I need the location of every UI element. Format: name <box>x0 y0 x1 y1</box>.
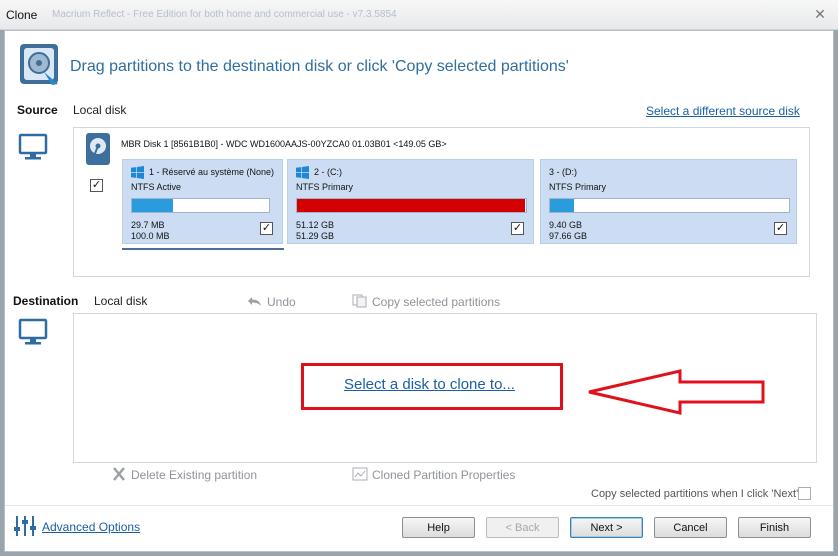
partition-checkbox[interactable]: ✓ <box>511 222 524 235</box>
partition-total: 51.29 GB <box>296 231 335 241</box>
delete-partition-label: Delete Existing partition <box>131 468 258 482</box>
partition-total: 97.66 GB <box>549 231 588 241</box>
next-button[interactable]: Next > <box>570 517 643 538</box>
undo-button[interactable]: Undo <box>247 294 296 309</box>
windows-logo-icon <box>131 166 144 179</box>
copy-on-next-label: Copy selected partitions when I click 'N… <box>591 488 799 500</box>
partition-usage-fill <box>297 199 526 212</box>
partition-total: 100.0 MB <box>131 231 170 241</box>
undo-label: Undo <box>267 295 296 309</box>
partition-title: 2 - (C:) <box>314 167 342 177</box>
partition-usage-bar <box>549 198 790 213</box>
source-monitor-icon <box>18 133 48 160</box>
cloned-partition-properties-button[interactable]: Cloned Partition Properties <box>352 467 515 482</box>
source-partition-2[interactable]: 2 - (C:) NTFS Primary 51.12 GB 51.29 GB … <box>287 159 534 244</box>
header-instruction: Drag partitions to the destination disk … <box>70 58 569 75</box>
source-disk-type: Local disk <box>73 103 127 117</box>
partition-title: 3 - (D:) <box>549 167 577 177</box>
windows-logo-icon <box>296 166 309 179</box>
destination-label: Destination <box>13 294 79 308</box>
window-close-button[interactable]: ✕ <box>808 4 832 24</box>
help-button[interactable]: Help <box>402 517 475 538</box>
destination-disk-type: Local disk <box>94 294 148 308</box>
copy-icon <box>352 294 367 308</box>
copy-selected-partitions-button[interactable]: Copy selected partitions <box>352 294 500 309</box>
partition-checkbox[interactable]: ✓ <box>260 222 273 235</box>
select-disk-to-clone-link[interactable]: Select a disk to clone to... <box>344 376 515 393</box>
partition-usage-bar <box>131 198 270 213</box>
window-title: Clone <box>6 8 38 22</box>
sliders-icon[interactable] <box>13 514 37 538</box>
partition-filesystem: NTFS Primary <box>549 182 606 192</box>
copy-selected-label: Copy selected partitions <box>372 295 501 309</box>
advanced-options-link[interactable]: Advanced Options <box>42 520 140 534</box>
hard-disk-icon <box>86 133 110 165</box>
partition-filesystem: NTFS Primary <box>296 182 353 192</box>
select-different-source-link[interactable]: Select a different source disk <box>646 104 800 118</box>
partition-filesystem: NTFS Active <box>131 182 182 192</box>
partition-used: 9.40 GB <box>549 220 583 230</box>
partition-checkbox[interactable]: ✓ <box>774 222 787 235</box>
copy-on-next-checkbox[interactable] <box>798 487 811 500</box>
source-disk-title: MBR Disk 1 [8561B1B0] - WDC WD1600AAJS-0… <box>121 139 447 149</box>
x-icon <box>113 467 125 481</box>
partition-usage-fill <box>550 199 574 212</box>
partition-used: 51.12 GB <box>296 220 335 230</box>
partition-usage-fill <box>132 199 174 212</box>
red-arrow-annotation <box>588 369 765 415</box>
partition-used: 29.7 MB <box>131 220 165 230</box>
clone-disk-icon <box>20 44 58 85</box>
cloned-props-label: Cloned Partition Properties <box>372 468 516 482</box>
finish-button[interactable]: Finish <box>738 517 811 538</box>
partition-title: 1 - Réservé au système (None) <box>149 167 275 177</box>
source-disk-checkbox[interactable]: ✓ <box>90 179 103 192</box>
footer-separator <box>5 505 833 506</box>
destination-monitor-icon <box>18 318 48 345</box>
source-partition-1[interactable]: 1 - Réservé au système (None) NTFS Activ… <box>122 159 283 244</box>
window-title-faded: Macrium Reflect - Free Edition for both … <box>52 9 397 20</box>
partition-selection-underline <box>122 248 284 250</box>
source-partition-3[interactable]: 3 - (D:) NTFS Primary 9.40 GB 97.66 GB ✓ <box>540 159 797 244</box>
properties-icon <box>352 467 368 481</box>
delete-existing-partition-button[interactable]: Delete Existing partition <box>111 467 257 482</box>
source-label: Source <box>17 103 58 117</box>
partition-usage-bar <box>296 198 527 213</box>
cancel-button[interactable]: Cancel <box>654 517 727 538</box>
back-button[interactable]: < Back <box>486 517 559 538</box>
undo-icon <box>248 297 261 306</box>
